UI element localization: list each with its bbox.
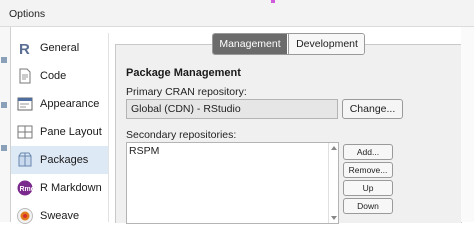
sidebar-item-label: R Markdown	[40, 182, 102, 194]
add-repository-button[interactable]: Add...	[343, 144, 393, 160]
sidebar-item-label: Packages	[40, 154, 89, 166]
rmarkdown-icon: Rmd	[17, 180, 33, 196]
sidebar-item-label: General	[40, 42, 80, 54]
secondary-repositories-list[interactable]: RSPM	[126, 142, 339, 224]
section-title: Package Management	[126, 67, 241, 79]
background-icon	[1, 102, 7, 108]
change-repository-button[interactable]: Change...	[342, 99, 403, 119]
remove-repository-button[interactable]: Remove...	[343, 162, 393, 178]
tab-development[interactable]: Development	[288, 34, 364, 54]
sidebar-item-packages[interactable]: Packages	[11, 146, 108, 174]
packages-icon	[18, 152, 32, 167]
cran-repository-label: Primary CRAN repository:	[126, 86, 247, 98]
scroll-down-arrow-icon[interactable]	[331, 216, 337, 220]
options-sidebar: R General Code Appearance Pane Layout Pa…	[11, 33, 109, 224]
sweave-icon	[17, 208, 33, 224]
sidebar-item-label: Code	[40, 70, 67, 82]
background-window-strip	[0, 27, 11, 222]
cran-repository-field: Global (CDN) - RStudio	[126, 99, 338, 119]
tab-management[interactable]: Management	[213, 34, 287, 54]
sidebar-item-r-markdown[interactable]: Rmd R Markdown	[11, 174, 108, 202]
tab-bar: Management Development	[212, 33, 365, 55]
window-title: Options	[9, 8, 46, 20]
sidebar-item-label: Pane Layout	[40, 126, 102, 138]
sidebar-item-general[interactable]: R General	[11, 34, 108, 62]
scroll-up-arrow-icon[interactable]	[331, 146, 337, 150]
svg-text:R: R	[19, 41, 30, 56]
r-logo-icon: R	[19, 41, 30, 56]
list-item[interactable]: RSPM	[129, 145, 159, 157]
pane-layout-icon	[17, 125, 33, 139]
cran-repository-value: Global (CDN) - RStudio	[131, 103, 241, 115]
list-scrollbar[interactable]	[328, 143, 338, 223]
decorative-mark	[271, 0, 275, 3]
sidebar-item-pane-layout[interactable]: Pane Layout	[11, 118, 108, 146]
secondary-repositories-label: Secondary repositories:	[126, 129, 237, 141]
move-down-button[interactable]: Down	[343, 198, 393, 214]
background-icon	[1, 57, 7, 63]
move-up-button[interactable]: Up	[343, 180, 393, 196]
appearance-icon	[17, 97, 33, 111]
sidebar-item-label: Appearance	[40, 98, 100, 110]
svg-text:Rmd: Rmd	[20, 186, 34, 193]
sidebar-item-sweave[interactable]: Sweave	[11, 202, 108, 230]
sidebar-item-code[interactable]: Code	[11, 62, 108, 90]
code-document-icon	[19, 68, 31, 84]
title-bar: Options	[0, 0, 474, 27]
sidebar-item-appearance[interactable]: Appearance	[11, 90, 108, 118]
window-edge	[461, 27, 474, 222]
sidebar-item-label: Sweave	[40, 210, 80, 222]
background-icon	[1, 145, 7, 151]
